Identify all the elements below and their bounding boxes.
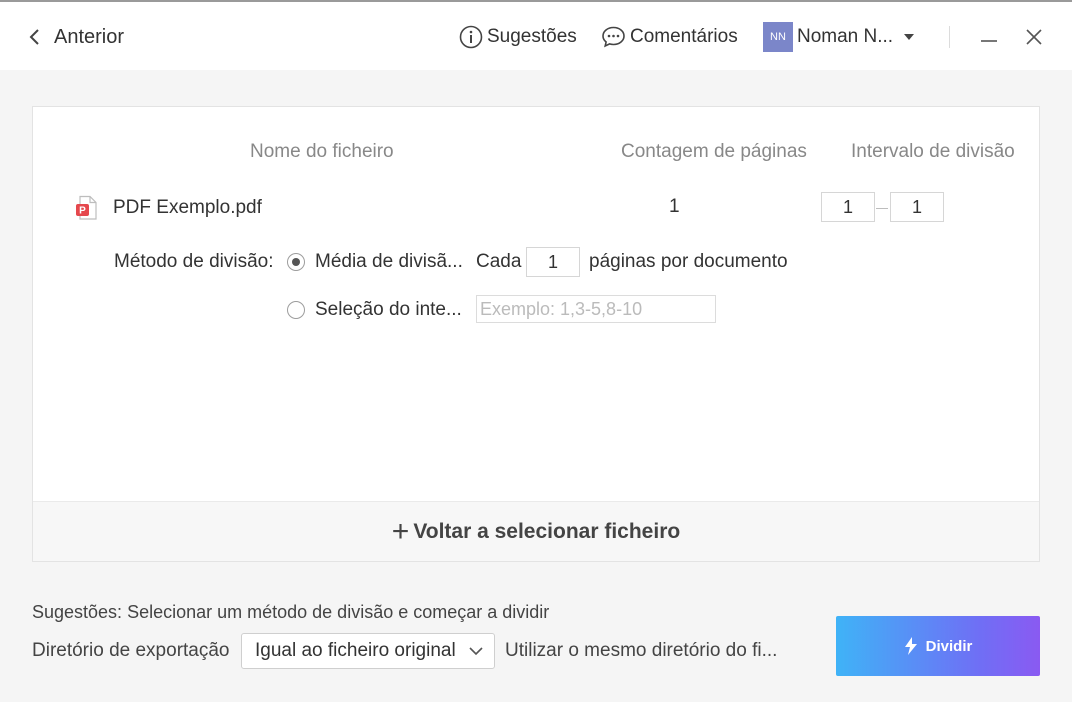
info-icon xyxy=(459,25,483,49)
export-dir-description: Utilizar o mesmo diretório do fi... xyxy=(505,640,778,661)
back-label: Anterior xyxy=(54,25,125,48)
export-dir-value: Igual ao ficheiro original xyxy=(255,640,456,661)
export-dir-label: Diretório de exportação xyxy=(32,640,230,661)
page-count-value: 1 xyxy=(669,196,680,217)
lightning-icon xyxy=(904,637,917,655)
radio-average-split[interactable] xyxy=(287,253,305,271)
range-selection-input[interactable]: Exemplo: 1,3-5,8-10 xyxy=(476,295,716,323)
split-method-label: Método de divisão: xyxy=(114,251,274,272)
tips-text: Sugestões: Selecionar um método de divis… xyxy=(32,602,550,622)
range-dash xyxy=(876,208,888,209)
range-to-input[interactable]: 1 xyxy=(890,192,944,222)
comments-label: Comentários xyxy=(630,26,738,47)
split-button-label: Dividir xyxy=(925,637,973,655)
every-label: Cada xyxy=(476,251,522,272)
chevron-left-icon xyxy=(29,29,39,45)
suggestions-label: Sugestões xyxy=(487,26,577,47)
average-split-label[interactable]: Média de divisã... xyxy=(315,251,463,273)
back-button[interactable]: Anterior xyxy=(24,22,124,52)
column-header-file-name: Nome do ficheiro xyxy=(250,141,394,162)
column-header-page-count: Contagem de páginas xyxy=(621,141,807,162)
chat-bubble-icon xyxy=(602,26,625,48)
suggestions-button[interactable]: Sugestões xyxy=(459,22,577,52)
caret-down-icon xyxy=(904,34,915,40)
export-dir-select[interactable]: Igual ao ficheiro original xyxy=(241,633,495,669)
range-from-input[interactable]: 1 xyxy=(821,192,875,222)
user-menu[interactable]: NN Noman N... xyxy=(763,22,923,52)
reselect-file-button[interactable]: + Voltar a selecionar ficheiro xyxy=(33,501,1039,561)
divider xyxy=(949,26,950,48)
minimize-icon[interactable] xyxy=(976,24,1002,50)
pdf-file-icon: P xyxy=(76,195,97,220)
file-name: PDF Exemplo.pdf xyxy=(113,197,262,218)
pages-per-doc-input[interactable]: 1 xyxy=(526,247,580,277)
user-name: Noman N... xyxy=(797,26,894,47)
chevron-down-icon xyxy=(469,647,483,656)
reselect-file-label: Voltar a selecionar ficheiro xyxy=(413,519,681,543)
column-header-split-range: Intervalo de divisão xyxy=(851,141,1015,162)
pages-per-doc-label: páginas por documento xyxy=(589,251,788,272)
close-icon[interactable] xyxy=(1021,24,1047,50)
plus-icon: + xyxy=(391,514,410,548)
range-selection-label[interactable]: Seleção do inte... xyxy=(315,299,462,321)
top-bar: Anterior Sugestões Comentários NN Noman … xyxy=(0,0,1072,70)
svg-text:P: P xyxy=(79,206,86,217)
radio-range-selection[interactable] xyxy=(287,301,305,319)
comments-button[interactable]: Comentários xyxy=(601,22,738,52)
split-button[interactable]: Dividir xyxy=(836,616,1040,676)
avatar: NN xyxy=(763,22,793,52)
split-panel: Nome do ficheiro Contagem de páginas Int… xyxy=(32,106,1040,562)
file-row: P PDF Exemplo.pdf xyxy=(75,193,262,223)
